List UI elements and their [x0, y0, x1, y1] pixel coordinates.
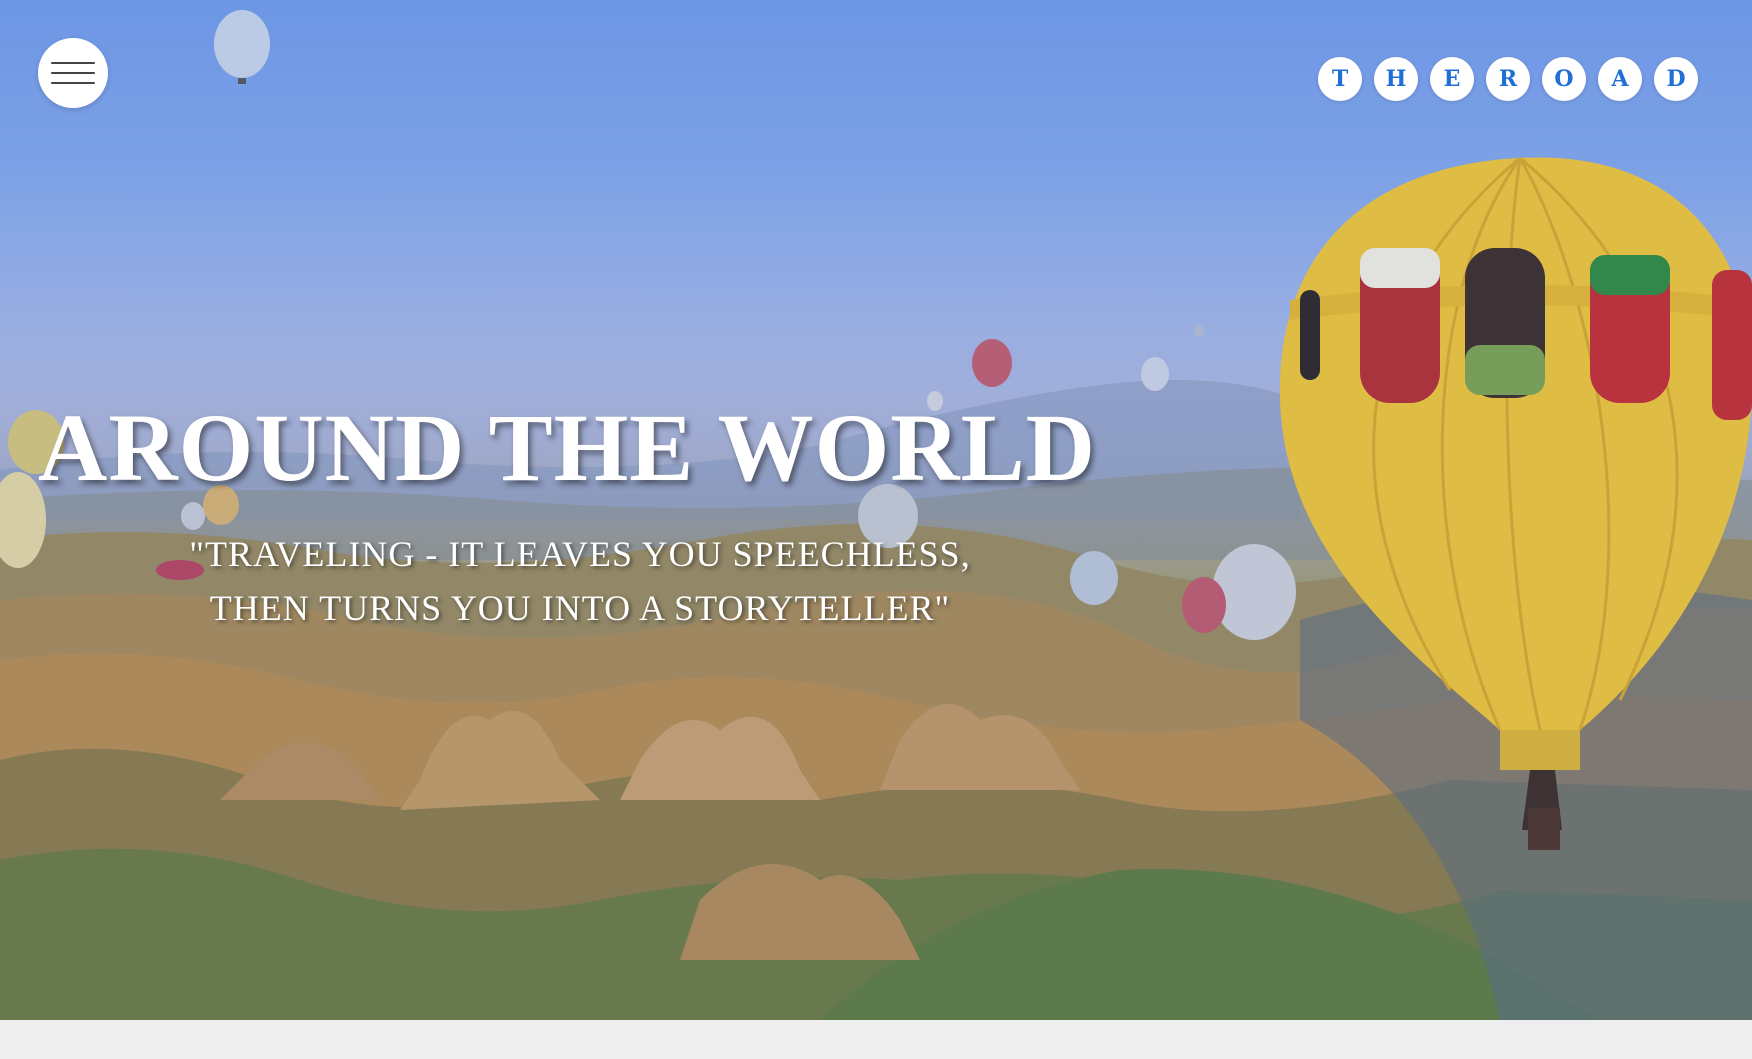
brand-letter: R: [1486, 57, 1530, 101]
brand-letter: D: [1654, 57, 1698, 101]
hero-quote: "TRAVELING - IT LEAVES YOU SPEECHLESS, T…: [130, 527, 1030, 635]
menu-button[interactable]: [38, 38, 108, 108]
brand-letter: H: [1374, 57, 1418, 101]
brand-letter: O: [1542, 57, 1586, 101]
brand-letter: T: [1318, 57, 1362, 101]
hero-section: T H E R O A D AROUND THE WORLD "TRAVELIN…: [0, 0, 1752, 1020]
hero-quote-line2: THEN TURNS YOU INTO A STORYTELLER": [209, 588, 951, 628]
page-footer-strip: [0, 1020, 1752, 1059]
hero-background-image: [0, 0, 1752, 1020]
brand-letter: A: [1598, 57, 1642, 101]
brand-letter: E: [1430, 57, 1474, 101]
hero-quote-line1: "TRAVELING - IT LEAVES YOU SPEECHLESS,: [189, 534, 971, 574]
hero-title: AROUND THE WORLD: [38, 394, 1096, 501]
brand-logo[interactable]: T H E R O A D: [1318, 57, 1698, 101]
